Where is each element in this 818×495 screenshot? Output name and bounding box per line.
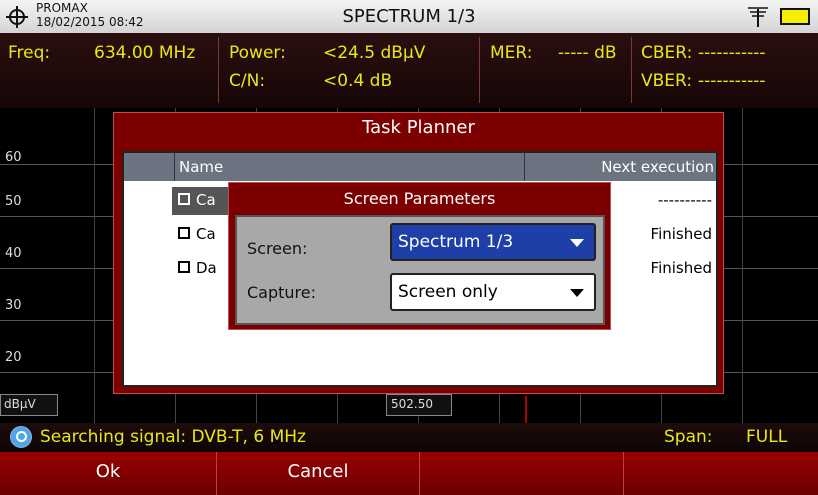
span-value: FULL [746, 427, 788, 447]
status-bar: Searching signal: DVB-T, 6 MHz Span: FUL… [0, 423, 818, 452]
capture-select[interactable]: Screen only [390, 273, 596, 311]
y-axis-label: 60 [5, 150, 22, 165]
screen-parameters-title: Screen Parameters [343, 189, 496, 208]
y-axis-label: 20 [5, 350, 22, 365]
antenna-icon [748, 7, 768, 27]
capture-select-value: Screen only [398, 282, 498, 302]
separator [218, 37, 219, 103]
softkey-bar: Ok Cancel [0, 452, 818, 495]
freq-label: Freq: [8, 43, 51, 63]
table-header: Name Next execution [124, 153, 716, 181]
y-axis-label: 40 [5, 246, 22, 261]
search-icon [10, 426, 32, 448]
dropdown-arrow-icon [570, 239, 584, 247]
marker-line [525, 396, 527, 424]
mer-label: MER: [490, 43, 533, 63]
title-bar: PROMAX 18/02/2015 08:42 SPECTRUM 1/3 [0, 0, 818, 33]
cber-label: CBER: [641, 43, 693, 63]
cber-value: ----------- [698, 43, 766, 63]
vber-value: ----------- [698, 71, 766, 91]
center-frequency: 502.50 [386, 394, 452, 416]
search-status: Searching signal: DVB-T, 6 MHz [40, 427, 306, 447]
task-next-execution: Finished [650, 225, 712, 243]
task-planner-title: Task Planner [362, 117, 475, 138]
checkbox[interactable] [178, 227, 190, 239]
parameters-form: Screen: Spectrum 1/3 Capture: Screen onl… [235, 215, 605, 325]
checkbox[interactable] [178, 261, 190, 273]
ok-button[interactable]: Ok [0, 452, 217, 495]
cn-value: <0.4 dB [323, 71, 393, 91]
cn-label: C/N: [229, 71, 266, 91]
screen-parameters-dialog: Screen Parameters Screen: Spectrum 1/3 C… [228, 182, 611, 330]
column-header-next-execution[interactable]: Next execution [524, 153, 718, 181]
screen-select[interactable]: Spectrum 1/3 [390, 223, 596, 261]
column-header-name[interactable]: Name [174, 153, 524, 181]
softkey-3[interactable] [420, 452, 624, 495]
cancel-button[interactable]: Cancel [217, 452, 420, 495]
grid-line [742, 108, 743, 423]
task-next-execution: ---------- [657, 191, 712, 209]
screen-title: SPECTRUM 1/3 [342, 6, 476, 27]
grid-line [94, 108, 95, 423]
softkey-4[interactable] [624, 452, 818, 495]
y-axis-label: 30 [5, 298, 22, 313]
task-next-execution: Finished [650, 259, 712, 277]
mer-value: ----- dB [558, 43, 617, 63]
vber-label: VBER: [641, 71, 693, 91]
freq-value: 634.00 MHz [94, 43, 196, 63]
screen-label: Screen: [247, 239, 308, 258]
power-label: Power: [229, 43, 286, 63]
unit-label: dBµV [0, 394, 58, 416]
power-value: <24.5 dBµV [323, 43, 426, 63]
capture-label: Capture: [247, 283, 317, 302]
separator [631, 37, 632, 103]
battery-plug-icon [780, 8, 810, 25]
span-label: Span: [664, 427, 713, 447]
task-name: Ca [196, 191, 216, 209]
checkbox[interactable] [178, 193, 190, 205]
measurement-panel: Freq: 634.00 MHz Power: <24.5 dBµV C/N: … [0, 33, 818, 108]
task-name: Ca [196, 225, 216, 243]
task-name: Da [196, 259, 217, 277]
dropdown-arrow-icon [570, 289, 584, 297]
screen-select-value: Spectrum 1/3 [398, 232, 514, 252]
y-axis-label: 50 [5, 194, 22, 209]
separator [479, 37, 480, 103]
